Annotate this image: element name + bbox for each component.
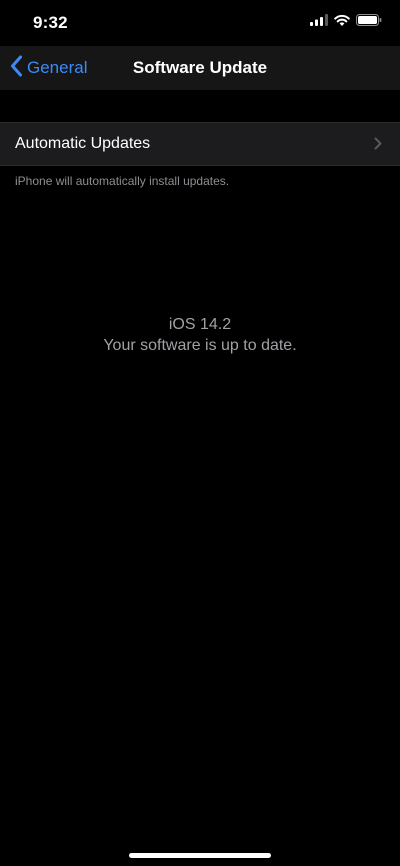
battery-icon: [356, 13, 382, 31]
automatic-updates-label: Automatic Updates: [15, 135, 151, 152]
automatic-updates-row[interactable]: Automatic Updates: [0, 122, 400, 166]
navigation-bar: Software Update General: [0, 46, 400, 90]
back-button-label: General: [27, 58, 88, 77]
ios-version: iOS 14.2: [168, 316, 232, 333]
status-bar: 9:32: [0, 0, 400, 46]
update-status-message: Your software is up to date.: [103, 337, 297, 354]
home-indicator[interactable]: [129, 853, 271, 858]
automatic-updates-footer: iPhone will automatically install update…: [15, 174, 230, 188]
chevron-left-icon: [10, 55, 23, 82]
chevron-right-icon: [374, 137, 382, 155]
cellular-signal-icon: [310, 13, 328, 31]
wifi-icon: [334, 13, 350, 31]
status-icons: [310, 13, 382, 31]
status-time: 9:32: [33, 13, 68, 32]
update-status: iOS 14.2 Your software is up to date.: [0, 314, 400, 356]
back-button[interactable]: General: [10, 46, 87, 90]
